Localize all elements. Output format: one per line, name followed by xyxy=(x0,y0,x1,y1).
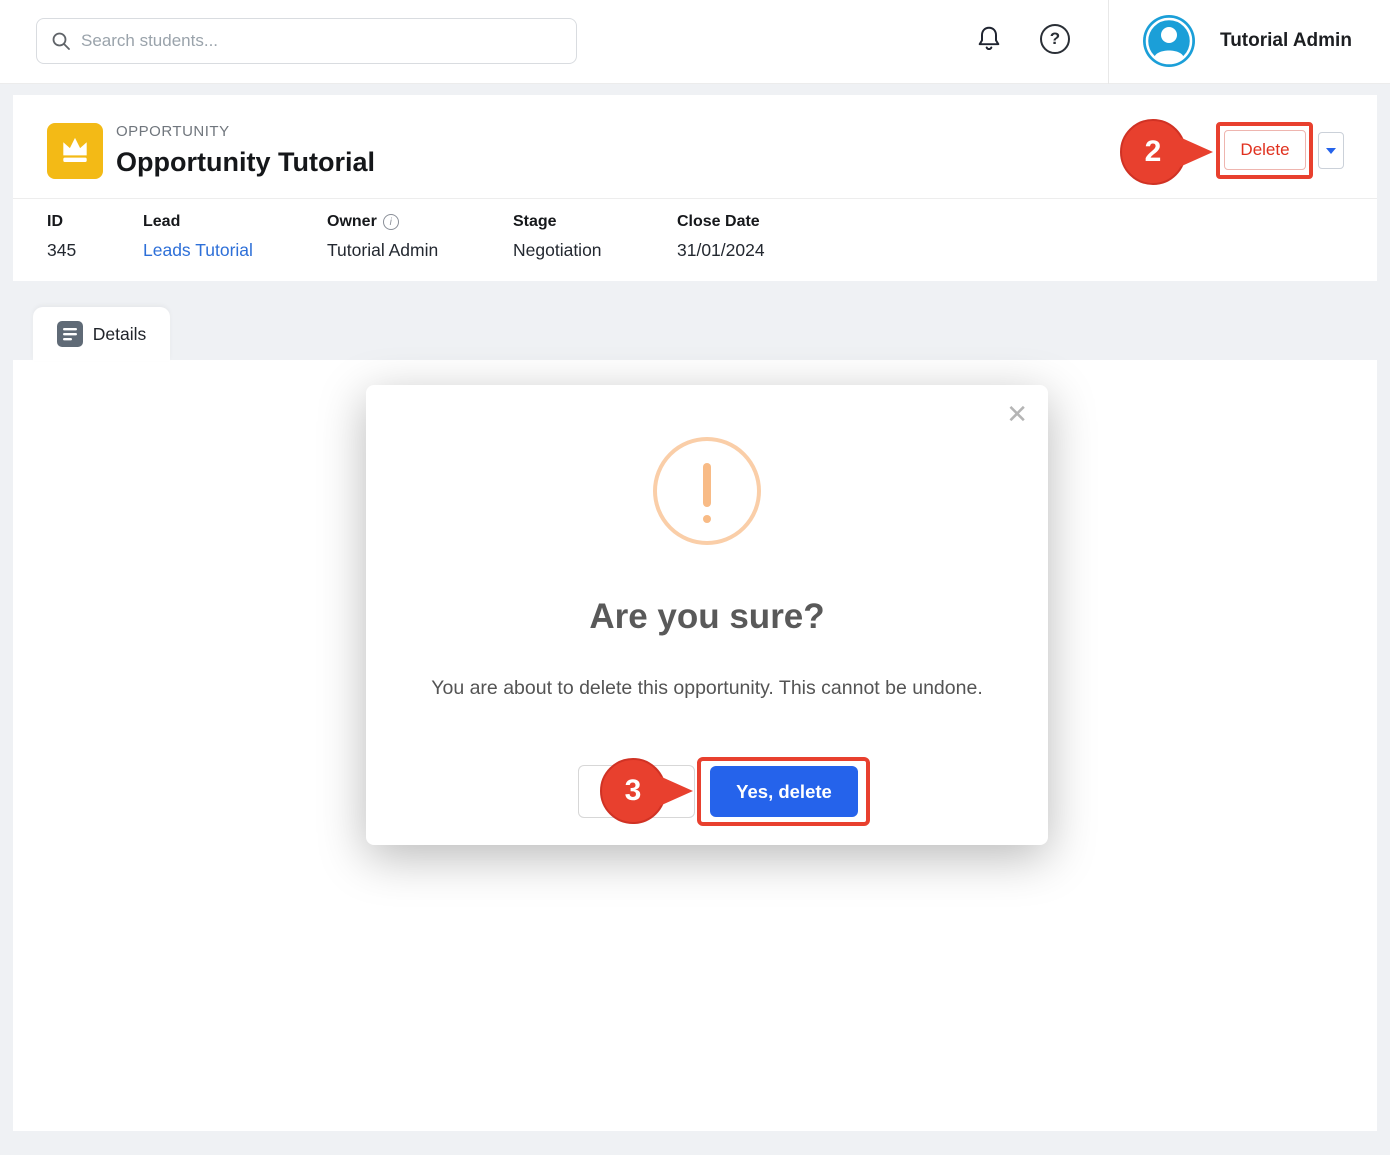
field-close-date: Close Date 31/01/2024 xyxy=(677,213,765,261)
search-input[interactable] xyxy=(81,31,562,51)
user-name: Tutorial Admin xyxy=(1220,30,1352,52)
screen: ? Tutorial Admin OPPORTUNITY Opportunity… xyxy=(0,0,1390,1155)
delete-button[interactable]: Delete xyxy=(1224,130,1306,170)
actions-dropdown-button[interactable] xyxy=(1318,132,1344,169)
field-stage: Stage Negotiation xyxy=(513,213,602,261)
field-id-value: 345 xyxy=(47,240,76,261)
user-avatar[interactable] xyxy=(1143,15,1195,67)
modal-message: You are about to delete this opportunity… xyxy=(406,673,1008,703)
field-lead-label: Lead xyxy=(143,213,253,231)
field-id-label: ID xyxy=(47,213,76,231)
details-tab-icon xyxy=(57,321,83,347)
field-stage-value: Negotiation xyxy=(513,240,602,261)
warning-icon xyxy=(653,437,761,545)
lead-link[interactable]: Leads Tutorial xyxy=(143,240,253,261)
field-id: ID 345 xyxy=(47,213,76,261)
cancel-button[interactable] xyxy=(578,765,695,818)
opportunity-header: OPPORTUNITY Opportunity Tutorial ID 345 … xyxy=(13,95,1377,281)
field-owner-value: Tutorial Admin xyxy=(327,240,438,261)
field-stage-label: Stage xyxy=(513,213,602,231)
warning-exclamation-dot xyxy=(703,515,711,523)
modal-title: Are you sure? xyxy=(366,597,1048,637)
field-owner-label: Owneri xyxy=(327,213,438,231)
confirm-delete-button[interactable]: Yes, delete xyxy=(710,766,858,817)
info-icon[interactable]: i xyxy=(383,214,399,230)
help-icon[interactable]: ? xyxy=(1040,24,1070,54)
chevron-down-icon xyxy=(1326,148,1336,154)
field-close-date-label: Close Date xyxy=(677,213,765,231)
header-divider xyxy=(13,198,1377,199)
close-icon[interactable]: ✕ xyxy=(1006,401,1028,427)
notifications-bell-icon[interactable] xyxy=(975,24,1003,55)
field-close-date-value: 31/01/2024 xyxy=(677,240,765,261)
tab-details-label: Details xyxy=(93,324,147,345)
warning-exclamation-bar xyxy=(703,463,711,507)
field-owner: Owneri Tutorial Admin xyxy=(327,213,438,261)
opportunity-crown-icon xyxy=(47,123,103,179)
search-box[interactable] xyxy=(36,18,577,64)
entity-type-label: OPPORTUNITY xyxy=(116,123,230,140)
topbar-divider xyxy=(1108,0,1109,84)
person-icon xyxy=(1143,15,1195,67)
page-title: Opportunity Tutorial xyxy=(116,147,375,178)
tab-details[interactable]: Details xyxy=(33,307,170,361)
topbar: ? Tutorial Admin xyxy=(0,0,1390,84)
field-lead: Lead Leads Tutorial xyxy=(143,213,253,261)
search-icon xyxy=(51,31,71,51)
confirm-delete-modal: ✕ Are you sure? You are about to delete … xyxy=(366,385,1048,845)
